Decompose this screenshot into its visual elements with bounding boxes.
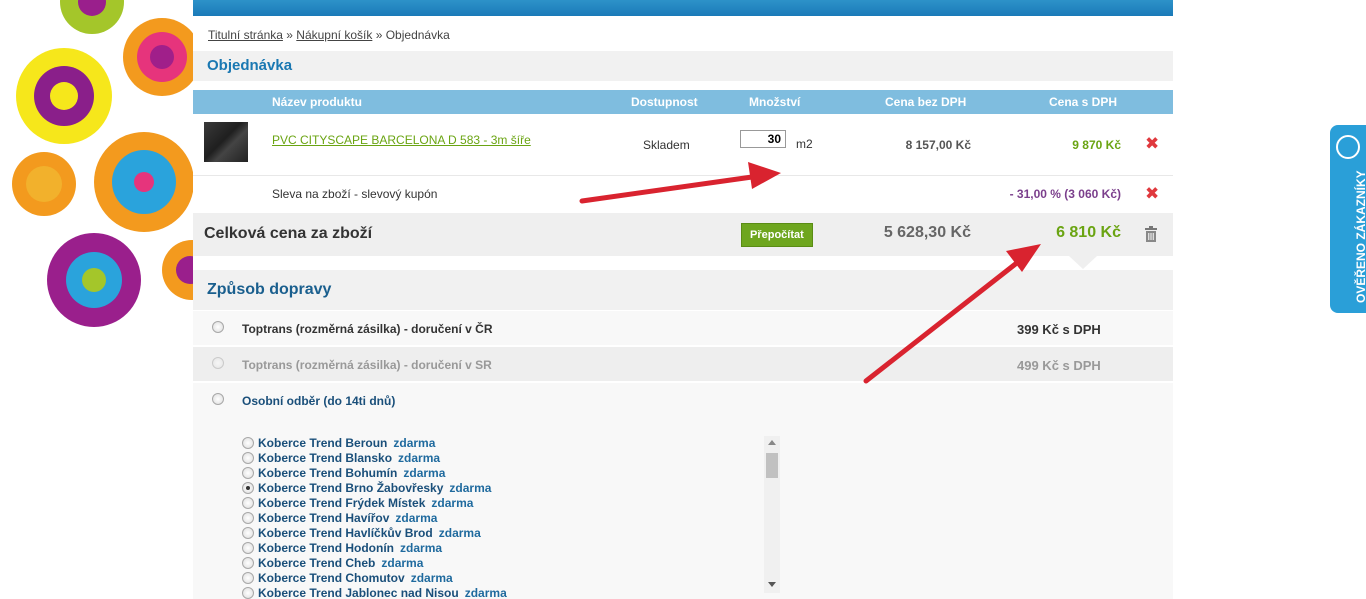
cart-item-row: PVC CITYSCAPE BARCELONA D 583 - 3m šíře … bbox=[193, 114, 1173, 176]
discount-value: - 31,00 % (3 060 Kč) bbox=[1009, 187, 1121, 201]
breadcrumb-cart-link[interactable]: Nákupní košík bbox=[296, 28, 372, 42]
shipping-option-toptrans-cz[interactable]: Toptrans (rozměrná zásilka) - doručení v… bbox=[193, 311, 1173, 345]
order-section-header: Objednávka bbox=[193, 51, 1173, 81]
quantity-unit: m2 bbox=[796, 137, 813, 151]
breadcrumb-separator: » bbox=[375, 28, 383, 42]
decorative-circles bbox=[0, 0, 195, 330]
recalculate-button[interactable]: Přepočítat bbox=[741, 223, 813, 247]
breadcrumb-separator: » bbox=[286, 28, 293, 42]
remove-item-icon[interactable]: ✖ bbox=[1145, 134, 1159, 154]
breadcrumb: Titulní stránka » Nákupní košík » Objedn… bbox=[208, 28, 450, 42]
shipping-radio[interactable] bbox=[212, 321, 224, 333]
verified-badge-text: OVĚŘENO ZÁKAZNÍKY bbox=[1354, 170, 1366, 303]
shipping-title: Způsob dopravy bbox=[207, 281, 332, 298]
branch-list[interactable]: Koberce Trend Beroun zdarma Koberce Trend… bbox=[193, 436, 781, 599]
shipping-option-label: Toptrans (rozměrná zásilka) - doručení v… bbox=[242, 358, 492, 372]
shipping-option-toptrans-sk[interactable]: Toptrans (rozměrná zásilka) - doručení v… bbox=[193, 347, 1173, 381]
breadcrumb-current: Objednávka bbox=[385, 28, 450, 42]
col-quantity: Množství bbox=[749, 95, 801, 109]
product-link[interactable]: PVC CITYSCAPE BARCELONA D 583 - 3m šíře bbox=[272, 133, 531, 147]
order-title: Objednávka bbox=[207, 57, 293, 74]
verified-seal-icon bbox=[1336, 135, 1360, 159]
shipping-option-label: Toptrans (rozměrná zásilka) - doručení v… bbox=[242, 322, 493, 336]
scroll-down-icon[interactable] bbox=[768, 582, 776, 587]
total-label: Celková cena za zboží bbox=[204, 225, 373, 242]
shipping-radio[interactable] bbox=[212, 357, 224, 369]
col-availability: Dostupnost bbox=[631, 95, 698, 109]
verified-badge[interactable]: OVĚŘENO ZÁKAZNÍKY bbox=[1330, 125, 1366, 313]
total-row: Celková cena za zboží Přepočítat 5 628,3… bbox=[193, 213, 1173, 256]
trash-icon[interactable] bbox=[1144, 226, 1158, 242]
total-price-gross: 6 810 Kč bbox=[1056, 224, 1121, 241]
top-bar bbox=[193, 0, 1173, 16]
scroll-up-icon[interactable] bbox=[768, 440, 776, 445]
shipping-option-price: 399 Kč s DPH bbox=[1017, 322, 1101, 337]
item-price-net: 8 157,00 Kč bbox=[905, 138, 971, 152]
shipping-option-label: Osobní odběr (do 14ti dnů) bbox=[242, 394, 396, 408]
shipping-section-header: Způsob dopravy bbox=[193, 270, 1173, 310]
availability-value: Skladem bbox=[643, 138, 690, 152]
shipping-radio[interactable] bbox=[212, 393, 224, 405]
col-price-net: Cena bez DPH bbox=[885, 95, 967, 109]
breadcrumb-home-link[interactable]: Titulní stránka bbox=[208, 28, 283, 42]
item-price-gross: 9 870 Kč bbox=[1072, 138, 1121, 152]
branch-scrollbar[interactable] bbox=[764, 436, 780, 593]
remove-discount-icon[interactable]: ✖ bbox=[1145, 184, 1159, 204]
discount-label: Sleva na zboží - slevový kupón bbox=[272, 187, 438, 201]
quantity-input[interactable] bbox=[740, 130, 786, 148]
cart-table-header: Název produktu Dostupnost Množství Cena … bbox=[193, 90, 1173, 114]
total-price-net: 5 628,30 Kč bbox=[883, 224, 971, 241]
col-price-gross: Cena s DPH bbox=[1049, 95, 1118, 109]
col-name: Název produktu bbox=[272, 95, 363, 109]
scroll-thumb[interactable] bbox=[766, 453, 778, 478]
shipping-option-price: 499 Kč s DPH bbox=[1017, 358, 1101, 373]
order-panel: Titulní stránka » Nákupní košík » Objedn… bbox=[193, 0, 1173, 599]
product-thumbnail[interactable] bbox=[204, 122, 248, 162]
total-pointer bbox=[1069, 256, 1097, 269]
discount-row: Sleva na zboží - slevový kupón - 31,00 %… bbox=[193, 176, 1173, 214]
